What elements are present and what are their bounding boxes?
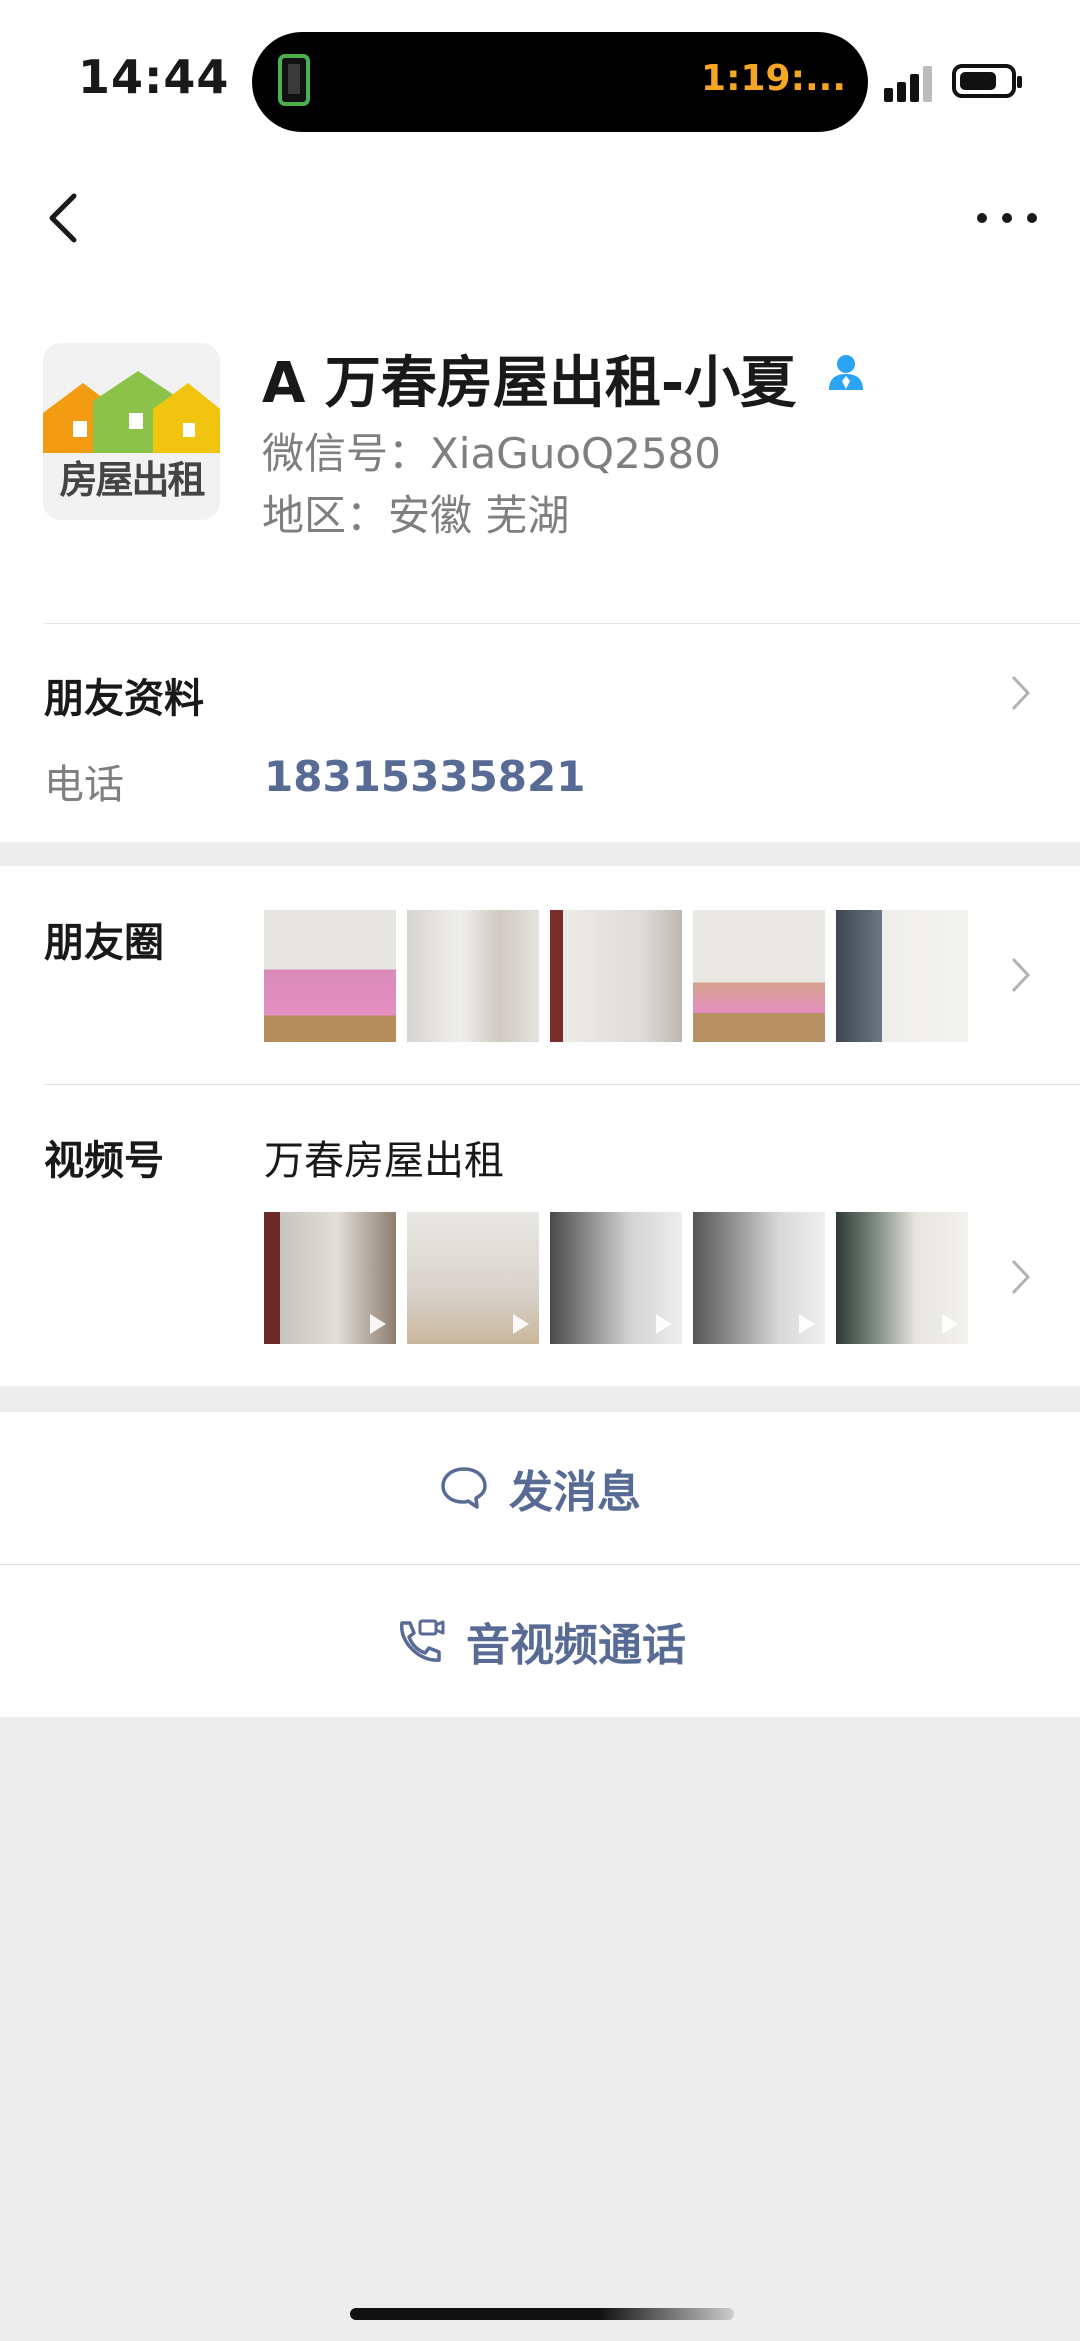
chevron-right-icon	[1011, 1259, 1031, 1295]
more-options-icon[interactable]	[972, 200, 1042, 236]
wechat-id: 微信号：XiaGuoQ2580	[262, 429, 721, 478]
phone-label: 电话	[44, 762, 124, 808]
channel-video	[407, 1212, 539, 1344]
phone-number-link[interactable]: 18315335821	[264, 752, 585, 801]
chevron-right-icon	[1011, 675, 1031, 711]
moments-photo	[264, 910, 396, 1042]
channels-title: 视频号	[44, 1138, 164, 1184]
verified-person-icon	[829, 355, 863, 390]
dynamic-island[interactable]: 1:19:...	[252, 32, 868, 132]
avatar-logo-text: 房屋出租	[59, 458, 205, 502]
play-icon	[656, 1314, 672, 1334]
profile-header: 房屋出租 A 万春房屋出租-小夏 微信号：XiaGuoQ2580 地区：安徽 芜…	[0, 290, 1080, 624]
play-icon	[799, 1314, 815, 1334]
chat-bubble-icon	[441, 1467, 487, 1509]
moments-thumbnails[interactable]	[264, 910, 968, 1042]
friend-info-title: 朋友资料	[44, 676, 204, 722]
send-message-label: 发消息	[509, 1467, 641, 1518]
nav-bar	[0, 160, 1080, 290]
channel-video	[693, 1212, 825, 1344]
cellular-signal-icon	[884, 62, 940, 102]
play-icon	[370, 1314, 386, 1334]
channel-video	[836, 1212, 968, 1344]
battery-icon	[952, 64, 1022, 98]
status-bar: 14:44 1:19:...	[0, 0, 1080, 160]
send-message-button[interactable]: 发消息	[0, 1412, 1080, 1564]
avatar[interactable]: 房屋出租	[43, 343, 220, 520]
phone-device-icon	[278, 54, 310, 106]
call-timer: 1:19:...	[701, 58, 846, 99]
channel-video	[264, 1212, 396, 1344]
friend-info-section[interactable]: 朋友资料 电话 18315335821	[0, 624, 1080, 842]
play-icon	[942, 1314, 958, 1334]
moments-channels-section: 朋友圈 视频号 万春房屋出租	[0, 866, 1080, 1386]
channel-video	[550, 1212, 682, 1344]
moments-photo	[550, 910, 682, 1042]
play-icon	[513, 1314, 529, 1334]
moments-photo	[836, 910, 968, 1042]
channel-video-thumbnails[interactable]	[264, 1212, 968, 1344]
back-arrow-icon[interactable]	[40, 188, 90, 248]
chevron-right-icon	[1011, 957, 1031, 993]
region: 地区：安徽 芜湖	[262, 491, 570, 540]
audio-video-call-button[interactable]: 音视频通话	[0, 1565, 1080, 1717]
moments-photo	[693, 910, 825, 1042]
phone-video-icon	[400, 1619, 445, 1662]
moments-title: 朋友圈	[44, 920, 164, 966]
status-time: 14:44	[78, 50, 230, 104]
channel-name: 万春房屋出租	[264, 1138, 504, 1184]
contact-name: A 万春房屋出租-小夏	[262, 351, 797, 416]
audio-video-call-label: 音视频通话	[466, 1620, 686, 1671]
moments-photo	[407, 910, 539, 1042]
home-indicator[interactable]	[350, 2308, 734, 2320]
divider	[44, 1084, 1080, 1085]
